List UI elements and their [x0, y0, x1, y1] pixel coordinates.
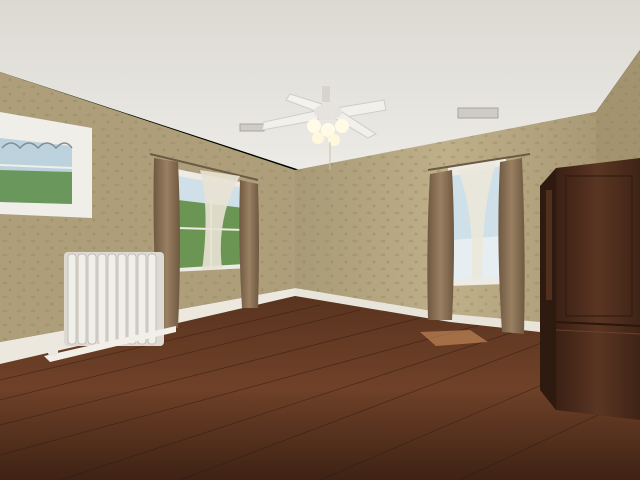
small-window: [0, 112, 92, 218]
fan-light: [312, 132, 324, 144]
room-photo: [0, 0, 640, 480]
fan-light: [335, 119, 349, 133]
fan-light: [307, 119, 321, 133]
ceiling-vent: [457, 107, 499, 119]
curtain-right-panel: [239, 180, 259, 308]
curtain-right-panel: [498, 158, 525, 334]
ceiling-vent: [239, 123, 265, 132]
curtain-left-panel: [427, 170, 454, 320]
wooden-armoire: [540, 158, 640, 420]
